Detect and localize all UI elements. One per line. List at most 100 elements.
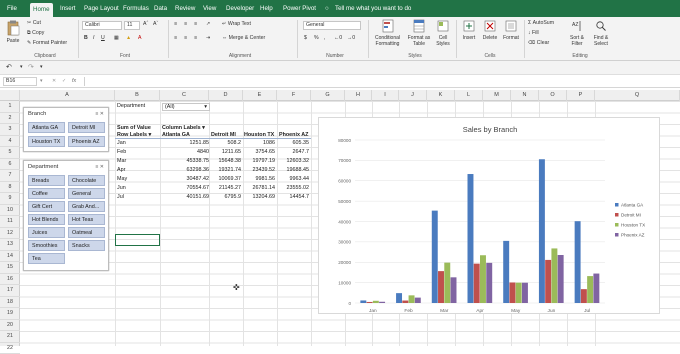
clear-filter-icon[interactable]: ✕ [100, 164, 104, 170]
slicer-item[interactable]: Oatmeal [68, 227, 105, 238]
row-header[interactable]: 17 [0, 285, 20, 297]
row-header[interactable]: 4 [0, 136, 20, 148]
cut-button[interactable]: ✂ Cut [27, 20, 41, 26]
column-header[interactable]: Q [595, 90, 680, 101]
slicer-item[interactable]: Chocolate [68, 175, 105, 186]
row-header[interactable]: 18 [0, 297, 20, 309]
tab-insert[interactable]: Insert [57, 2, 78, 15]
percent-icon[interactable]: % [314, 35, 319, 41]
row-header[interactable]: 9 [0, 193, 20, 205]
tab-developer[interactable]: Developer [223, 2, 257, 15]
row-header[interactable]: 2 [0, 113, 20, 125]
comma-icon[interactable]: , [324, 35, 325, 41]
slicer-item[interactable]: Phoenix AZ [68, 136, 105, 147]
slicer-item[interactable]: Hot Teas [68, 214, 105, 225]
multi-select-icon[interactable]: ≡ [95, 111, 98, 117]
column-header[interactable]: K [427, 90, 455, 101]
row-header[interactable]: 7 [0, 170, 20, 182]
row-header[interactable]: 3 [0, 124, 20, 136]
column-header[interactable]: C [160, 90, 209, 101]
pivot-row-labels[interactable]: Row Labels ▾ [117, 132, 151, 138]
row-header[interactable]: 16 [0, 274, 20, 286]
slicer-item[interactable]: Gift Cert [28, 201, 65, 212]
column-header[interactable]: I [372, 90, 399, 101]
orientation-icon[interactable]: ↗ [206, 21, 210, 27]
number-format-box[interactable]: General [303, 21, 361, 30]
column-header[interactable]: P [567, 90, 595, 101]
tell-me-search[interactable]: Tell me what you want to do [332, 2, 414, 15]
font-color-icon[interactable]: A [138, 35, 141, 41]
decrease-decimal-icon[interactable]: →0 [347, 35, 355, 41]
clear-button[interactable]: ⌫ Clear [528, 40, 549, 46]
row-header[interactable]: 6 [0, 159, 20, 171]
row-header[interactable]: 21 [0, 331, 20, 343]
pivot-column-labels[interactable]: Column Labels ▾ [162, 125, 205, 131]
column-header[interactable]: A [20, 90, 115, 101]
align-center-icon[interactable]: ≡ [184, 35, 187, 41]
indent-icon[interactable]: ⇥ [206, 35, 210, 41]
find-select-button[interactable]: Find & Select [590, 19, 612, 47]
format-as-table-button[interactable]: Format as Table [406, 19, 432, 47]
name-box[interactable]: B16 [3, 77, 37, 86]
row-header[interactable]: 15 [0, 262, 20, 274]
tab-data[interactable]: Data [151, 2, 170, 15]
qat-customize-icon[interactable]: ▾ [40, 64, 43, 70]
selected-cell[interactable] [115, 234, 160, 246]
row-header[interactable]: 22 [0, 343, 20, 354]
font-size-box[interactable]: 11 [124, 21, 140, 30]
cancel-entry-icon[interactable]: ✕ [52, 78, 56, 84]
currency-icon[interactable]: $ [304, 35, 307, 41]
tab-page-layout[interactable]: Page Layout [81, 2, 122, 15]
column-header[interactable]: H [345, 90, 372, 101]
row-header[interactable]: 12 [0, 228, 20, 240]
name-box-dropdown-icon[interactable]: ▾ [40, 78, 43, 84]
redo-icon[interactable]: ↷ [28, 63, 34, 71]
fill-color-icon[interactable]: ▲ [126, 35, 131, 41]
select-all-corner[interactable] [0, 90, 20, 101]
underline-icon[interactable]: U [101, 35, 105, 41]
row-header[interactable]: 13 [0, 239, 20, 251]
tab-power-pivot[interactable]: Power Pivot [280, 2, 319, 15]
column-header[interactable]: B [115, 90, 160, 101]
sort-filter-button[interactable]: AZ Sort & Filter [566, 19, 588, 47]
slicer-item[interactable]: Juices [28, 227, 65, 238]
insert-cells-button[interactable]: Insert [460, 19, 478, 41]
slicer-item[interactable]: Hot Blends [28, 214, 65, 225]
merge-center-button[interactable]: ⇔ Merge & Center [222, 35, 265, 41]
column-header[interactable]: N [511, 90, 539, 101]
align-middle-icon[interactable]: ≡ [184, 21, 187, 27]
align-top-icon[interactable]: ≡ [174, 21, 177, 27]
autosum-button[interactable]: Σ AutoSum [528, 20, 554, 26]
slicer-item[interactable]: Breads [28, 175, 65, 186]
format-painter-button[interactable]: ✎ Format Painter [27, 40, 67, 46]
conditional-formatting-button[interactable]: Conditional Formatting [371, 19, 404, 47]
slicer-item[interactable]: Detroit MI [68, 122, 105, 133]
slicer-item[interactable]: Grab And... [68, 201, 105, 212]
row-header[interactable]: 19 [0, 308, 20, 320]
tab-help[interactable]: Help [257, 2, 276, 15]
slicer-item[interactable]: Atlanta GA [28, 122, 65, 133]
row-header[interactable]: 11 [0, 216, 20, 228]
row-header[interactable]: 1 [0, 101, 20, 113]
insert-function-icon[interactable]: fx [72, 78, 76, 84]
column-header[interactable]: M [483, 90, 511, 101]
bold-icon[interactable]: B [84, 35, 88, 41]
multi-select-icon[interactable]: ≡ [95, 164, 98, 170]
column-header[interactable]: O [539, 90, 567, 101]
tab-review[interactable]: Review [172, 2, 198, 15]
slicer-item[interactable]: Coffee [28, 188, 65, 199]
slicer-item[interactable]: Snacks [68, 240, 105, 251]
pivot-filter-dropdown[interactable]: (All) ▾ [162, 103, 210, 111]
align-left-icon[interactable]: ≡ [174, 35, 177, 41]
sales-chart[interactable]: Sales by Branch0100002000030000400005000… [318, 117, 660, 314]
column-header[interactable]: E [243, 90, 277, 101]
column-header[interactable]: L [455, 90, 483, 101]
clear-filter-icon[interactable]: ✕ [100, 111, 104, 117]
increase-decimal-icon[interactable]: ←0 [334, 35, 342, 41]
row-header[interactable]: 5 [0, 147, 20, 159]
shrink-font-icon[interactable]: Aˇ [153, 21, 158, 27]
column-header[interactable]: G [311, 90, 345, 101]
italic-icon[interactable]: I [93, 35, 94, 41]
slicer-item[interactable]: Tea [28, 253, 65, 264]
format-cells-button[interactable]: Format [501, 19, 521, 41]
